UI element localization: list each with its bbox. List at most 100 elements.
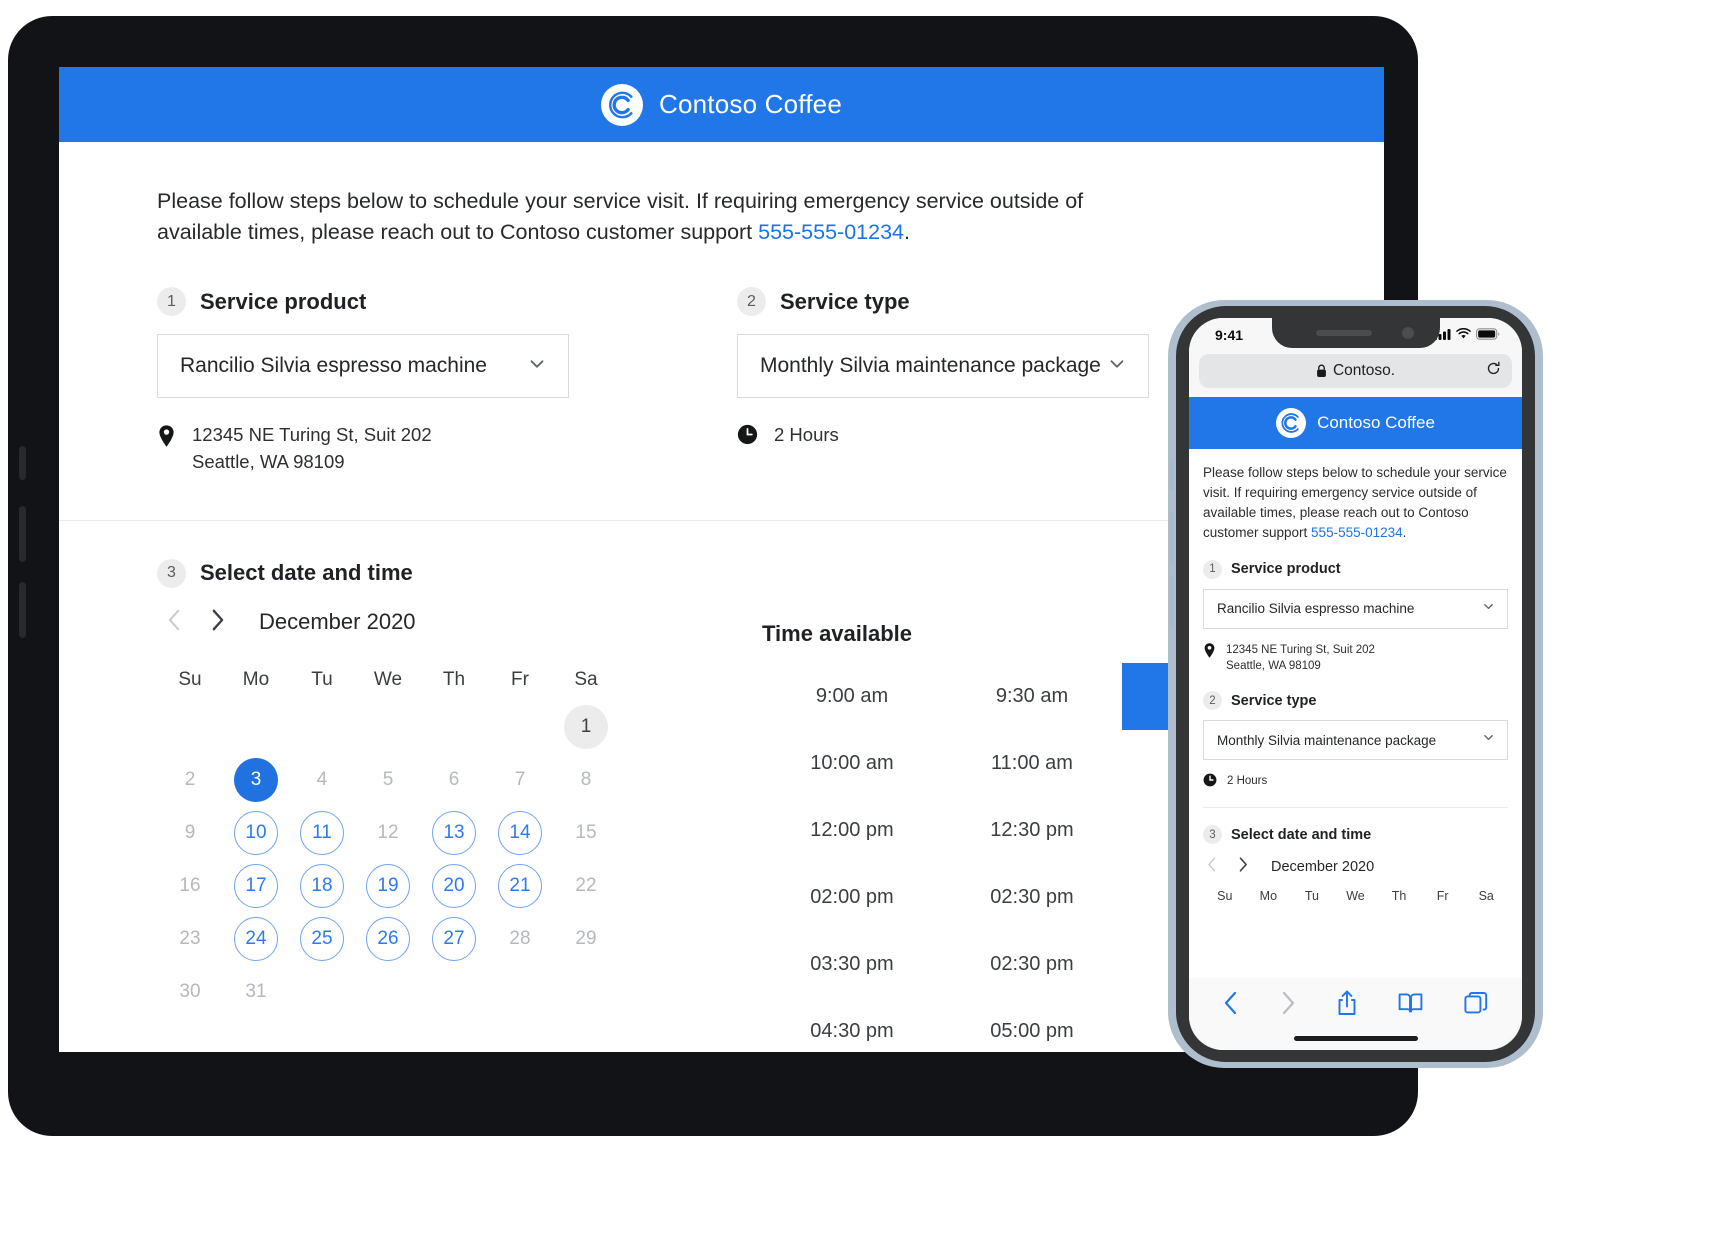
support-phone-link[interactable]: 555-555-01234 xyxy=(758,220,904,244)
calendar-day: 30 xyxy=(179,981,201,1003)
reload-icon[interactable] xyxy=(1486,361,1501,381)
calendar-day[interactable]: 17 xyxy=(234,864,278,909)
calendar-day: 15 xyxy=(575,822,597,844)
share-icon[interactable] xyxy=(1336,990,1358,1017)
time-slot[interactable]: 02:30 pm xyxy=(942,864,1122,931)
calendar-day[interactable]: 20 xyxy=(432,864,476,909)
chevron-right-icon[interactable] xyxy=(1280,990,1296,1016)
calendar-day[interactable]: 14 xyxy=(498,811,542,856)
calendar-grid: Su Mo Tu We Th Fr Sa 1 2 3 4 5 6 7 8 9 10 11 12 13 14 15 16 17 1… xyxy=(157,659,737,1019)
mobile-step-3-title: Select date and time xyxy=(1231,826,1372,843)
address-line-1: 12345 NE Turing St, Suit 202 xyxy=(192,424,432,446)
calendar-day[interactable]: 25 xyxy=(300,917,344,962)
calendar-day-cell: 5 xyxy=(355,754,421,807)
phone-device: 9:41 Contoso. Contoso Coffee Please foll… xyxy=(1168,300,1543,1068)
service-type-select[interactable]: Monthly Silvia maintenance package xyxy=(737,334,1149,399)
time-slot[interactable]: 05:00 pm xyxy=(942,998,1122,1052)
mobile-step-3-number: 3 xyxy=(1203,825,1222,845)
time-slot[interactable]: 04:30 pm xyxy=(762,998,942,1052)
mobile-duration-text: 2 Hours xyxy=(1227,775,1268,788)
mobile-intro-after: . xyxy=(1402,524,1407,540)
chevron-down-icon xyxy=(1481,730,1496,750)
time-slot[interactable]: 10:00 am xyxy=(762,730,942,797)
calendar-day[interactable]: 27 xyxy=(432,917,476,962)
service-type-value: Monthly Silvia maintenance package xyxy=(760,354,1101,378)
time-slot[interactable]: 02:30 pm xyxy=(942,931,1122,998)
phone-volume-down-button[interactable] xyxy=(1169,576,1174,628)
chevron-right-icon[interactable] xyxy=(1238,856,1248,877)
step-2-title: Service type xyxy=(780,288,910,314)
time-slot[interactable]: 11:00 am xyxy=(942,730,1122,797)
time-slot[interactable]: 12:30 pm xyxy=(942,797,1122,864)
calendar-day: 5 xyxy=(382,769,394,791)
calendar-day[interactable]: 1 xyxy=(564,705,608,750)
calendar-day-cell: 24 xyxy=(223,913,289,966)
calendar-day-cell xyxy=(289,701,355,754)
calendar-day[interactable]: 3 xyxy=(234,758,278,803)
calendar-day-cell: 31 xyxy=(223,966,289,1019)
calendar-day-cell: 10 xyxy=(223,807,289,860)
calendar-day-cell: 23 xyxy=(157,913,223,966)
calendar-day-cell xyxy=(421,701,487,754)
mobile-service-product-select[interactable]: Rancilio Silvia espresso machine xyxy=(1203,588,1508,629)
mobile-step-3-header: 3 Select date and time xyxy=(1203,825,1508,845)
calendar-day[interactable]: 19 xyxy=(366,864,410,909)
mobile-step-1-number: 1 xyxy=(1203,559,1222,579)
calendar-day-cell: 7 xyxy=(487,754,553,807)
calendar-day-cell: 8 xyxy=(553,754,619,807)
time-slot[interactable]: 9:30 am xyxy=(942,663,1122,730)
time-slot[interactable]: 9:00 am xyxy=(762,663,942,730)
calendar-day[interactable]: 11 xyxy=(300,811,344,856)
mobile-service-address: 12345 NE Turing St, Suit 202 Seattle, WA… xyxy=(1203,642,1508,674)
calendar-day-cell xyxy=(487,701,553,754)
calendar-day[interactable]: 26 xyxy=(366,917,410,962)
calendar-day: 16 xyxy=(179,875,201,897)
calendar-day: 29 xyxy=(575,928,597,950)
phone-volume-up-button[interactable] xyxy=(1169,512,1174,564)
map-pin-icon xyxy=(157,424,176,453)
clock-icon xyxy=(1203,773,1217,792)
home-indicator xyxy=(1293,1036,1418,1041)
chevron-down-icon xyxy=(1106,353,1128,380)
time-slot[interactable]: 03:30 pm xyxy=(762,931,942,998)
calendar-day[interactable]: 10 xyxy=(234,811,278,856)
step-3-number: 3 xyxy=(157,558,186,588)
book-icon[interactable] xyxy=(1398,991,1423,1015)
chevron-left-icon[interactable] xyxy=(167,608,182,637)
tablet-button-1[interactable] xyxy=(19,446,26,480)
calendar-day[interactable]: 13 xyxy=(432,811,476,856)
intro-text-before: Please follow steps below to schedule yo… xyxy=(157,189,1084,244)
calendar-day-cell: 28 xyxy=(487,913,553,966)
calendar-day[interactable]: 18 xyxy=(300,864,344,909)
url-text: Contoso. xyxy=(1332,362,1396,379)
calendar-day-cell: 3 xyxy=(223,754,289,807)
time-slot[interactable]: 02:00 pm xyxy=(762,864,942,931)
lock-icon xyxy=(1316,364,1327,378)
service-product-section: 1 Service product Rancilio Silvia espres… xyxy=(157,287,737,476)
calendar-dow-label: Fr xyxy=(511,668,529,690)
mobile-app-header: Contoso Coffee xyxy=(1189,397,1522,449)
phone-mute-switch[interactable] xyxy=(1169,460,1174,490)
service-product-select[interactable]: Rancilio Silvia espresso machine xyxy=(157,334,569,399)
mobile-body: Please follow steps below to schedule yo… xyxy=(1189,449,1522,903)
calendar-day[interactable]: 24 xyxy=(234,917,278,962)
tablet-button-3[interactable] xyxy=(19,582,26,638)
mobile-calendar-dow-label: Mo xyxy=(1259,889,1278,904)
chevron-left-icon[interactable] xyxy=(1207,856,1217,877)
tablet-button-2[interactable] xyxy=(19,506,26,562)
time-slot[interactable]: 12:00 pm xyxy=(762,797,942,864)
tabs-icon[interactable] xyxy=(1464,991,1488,1015)
chevron-left-icon[interactable] xyxy=(1223,990,1239,1016)
calendar-dow-label: Mo xyxy=(242,668,270,690)
mobile-calendar-dow-label: Su xyxy=(1217,889,1233,904)
service-address: 12345 NE Turing St, Suit 202 Seattle, WA… xyxy=(157,422,737,476)
calendar-day[interactable]: 21 xyxy=(498,864,542,909)
mobile-calendar-month-nav: December 2020 xyxy=(1203,856,1508,877)
mobile-support-phone-link[interactable]: 555-555-01234 xyxy=(1311,525,1403,540)
mobile-step-1-title: Service product xyxy=(1231,561,1341,578)
mobile-service-type-select[interactable]: Monthly Silvia maintenance package xyxy=(1203,720,1508,761)
url-field[interactable]: Contoso. xyxy=(1199,354,1512,388)
calendar-day-cell: 4 xyxy=(289,754,355,807)
chevron-right-icon[interactable] xyxy=(210,608,225,637)
calendar-day-cell: 26 xyxy=(355,913,421,966)
